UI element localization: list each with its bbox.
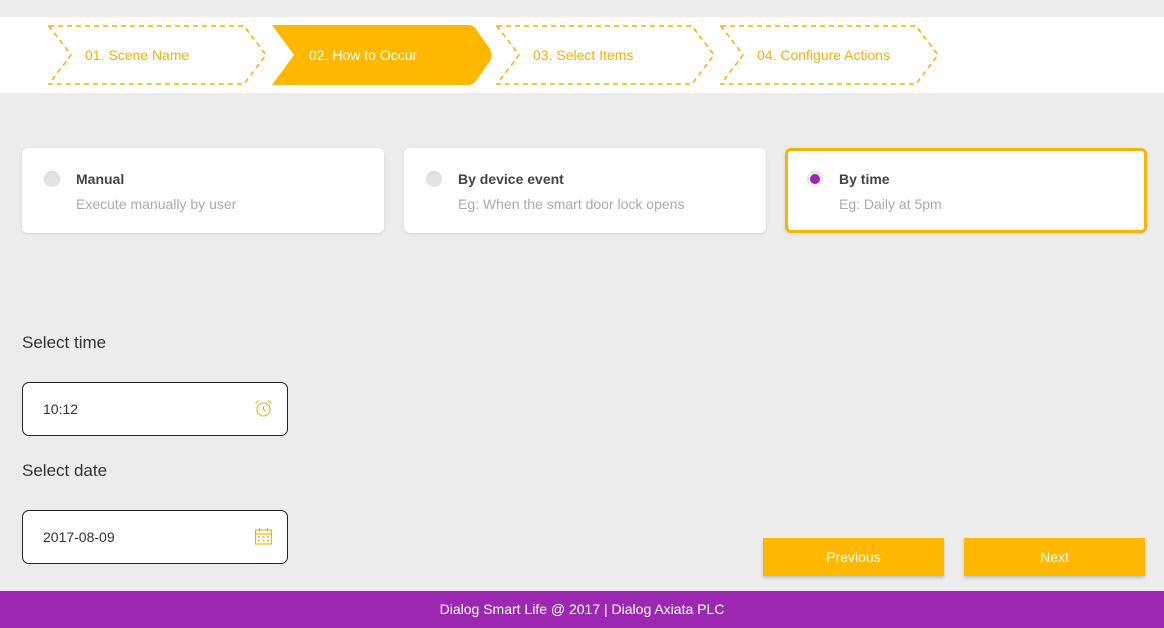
calendar-icon[interactable] xyxy=(254,527,273,546)
option-card-device-event[interactable]: By device event Eg: When the smart door … xyxy=(404,148,766,233)
option-title: By time xyxy=(839,171,890,187)
date-value: 2017-08-09 xyxy=(43,529,115,545)
footer-text: Dialog Smart Life @ 2017 | Dialog Axiata… xyxy=(439,601,725,617)
alarm-clock-icon[interactable] xyxy=(254,399,273,418)
top-band xyxy=(0,0,1164,17)
time-label: Select time xyxy=(22,333,107,352)
step-scene-name[interactable]: 01. Scene Name xyxy=(48,25,268,85)
date-input[interactable]: 2017-08-09 xyxy=(22,510,288,564)
step-label: 01. Scene Name xyxy=(85,47,190,63)
step-configure-actions[interactable]: 04. Configure Actions xyxy=(720,25,940,85)
option-description: Eg: Daily at 5pm xyxy=(839,196,942,212)
next-button[interactable]: Next xyxy=(964,538,1145,576)
date-label: Select date xyxy=(22,461,108,480)
option-title: Manual xyxy=(76,171,125,187)
option-card-manual[interactable]: Manual Execute manually by user xyxy=(22,148,384,233)
option-title: By device event xyxy=(458,171,564,187)
scene-stepper: 01. Scene Name 02. How to Occur 03. Sele… xyxy=(0,17,1164,93)
radio-button[interactable] xyxy=(44,171,60,187)
step-label: 03. Select Items xyxy=(533,47,634,63)
option-description: Eg: When the smart door lock opens xyxy=(458,196,685,212)
radio-button[interactable] xyxy=(426,171,442,187)
radio-button-selected[interactable] xyxy=(807,171,823,187)
previous-button[interactable]: Previous xyxy=(763,538,944,576)
option-card-by-time[interactable]: By time Eg: Daily at 5pm xyxy=(785,148,1147,233)
step-label: 02. How to Occur xyxy=(309,47,418,63)
step-how-to-occur[interactable]: 02. How to Occur xyxy=(272,25,492,85)
radio-dot xyxy=(810,174,820,184)
time-value: 10:12 xyxy=(43,401,79,417)
time-input[interactable]: 10:12 xyxy=(22,382,288,436)
step-select-items[interactable]: 03. Select Items xyxy=(496,25,716,85)
option-description: Execute manually by user xyxy=(76,196,237,212)
step-label: 04. Configure Actions xyxy=(757,47,891,63)
footer: Dialog Smart Life @ 2017 | Dialog Axiata… xyxy=(0,591,1164,628)
